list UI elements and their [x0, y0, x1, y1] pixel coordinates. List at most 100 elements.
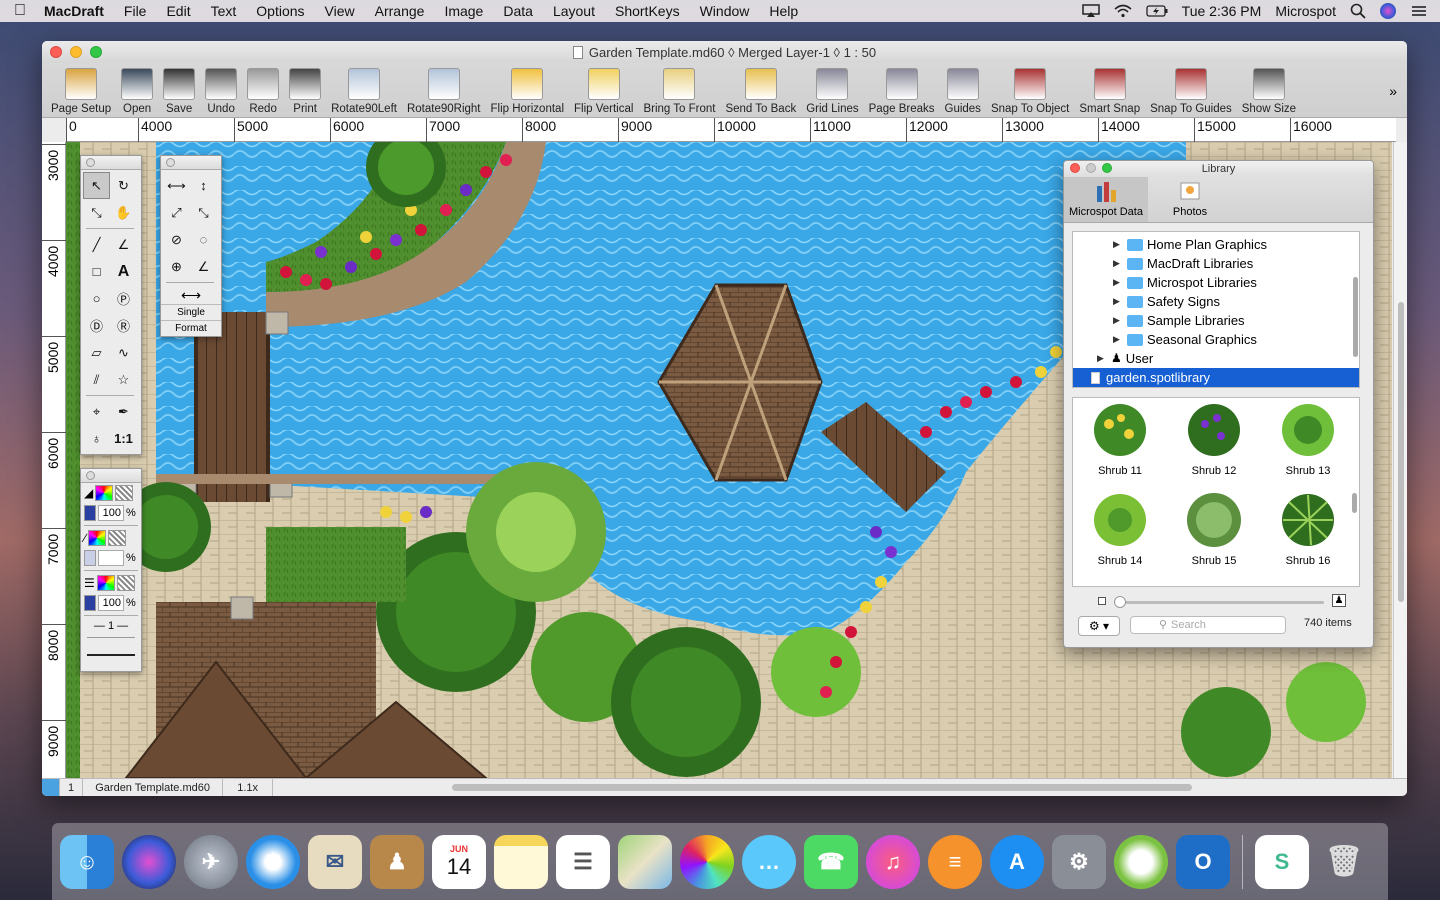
perpendicular-dimension-tool[interactable]: ⤡: [190, 199, 217, 226]
pen-color-swatch[interactable]: [88, 530, 107, 546]
palette-close-icon[interactable]: [166, 158, 175, 167]
notes-icon[interactable]: [494, 834, 548, 889]
menu-options[interactable]: Options: [246, 3, 314, 19]
notification-center-icon[interactable]: [1410, 4, 1428, 18]
snap-to-guides-button[interactable]: Snap To Guides: [1145, 68, 1237, 115]
tree-item-macdraft-libraries[interactable]: ▶ MacDraft Libraries: [1073, 254, 1359, 273]
menubar-user[interactable]: Microspot: [1275, 3, 1336, 19]
dimension-line-style[interactable]: Single: [161, 304, 221, 320]
close-button[interactable]: [50, 46, 62, 58]
vertical-scrollbar[interactable]: [1393, 142, 1407, 778]
pen-line-icon[interactable]: ∕: [84, 531, 86, 545]
menu-edit[interactable]: Edit: [156, 3, 200, 19]
open-button[interactable]: Open: [116, 68, 158, 115]
palette-close-icon[interactable]: [86, 158, 95, 167]
large-thumbnail-icon[interactable]: ♟: [1332, 594, 1346, 607]
library-grid-scrollbar[interactable]: [1352, 493, 1357, 513]
disclosure-arrow-icon[interactable]: ▶: [1113, 235, 1123, 254]
airplay-icon[interactable]: [1081, 4, 1100, 18]
line-dash-selector[interactable]: [87, 654, 135, 668]
vertical-scroll-thumb[interactable]: [1398, 302, 1404, 602]
library-item-shrub-12[interactable]: Shrub 12: [1169, 400, 1259, 477]
library-actions-button[interactable]: ⚙ ▾: [1078, 616, 1120, 636]
pen-pattern-swatch[interactable]: [108, 530, 127, 546]
curve-tool[interactable]: ∿: [110, 339, 137, 366]
rotate90right-button[interactable]: Rotate90Right: [402, 68, 486, 115]
rotate-tool[interactable]: ↻: [110, 172, 137, 199]
zoom-button[interactable]: [90, 46, 102, 58]
text-opacity-field[interactable]: 100: [98, 595, 124, 611]
library-item-shrub-14[interactable]: Shrub 14: [1075, 490, 1165, 567]
fill-color-swatch[interactable]: [95, 485, 114, 501]
parallel-line-tool[interactable]: ⫽: [83, 366, 110, 393]
redo-button[interactable]: Redo: [242, 68, 284, 115]
apple-menu-icon[interactable]: : [0, 2, 40, 20]
menu-help[interactable]: Help: [759, 3, 808, 19]
disclosure-arrow-icon[interactable]: ▶: [1113, 254, 1123, 273]
menu-app-name[interactable]: MacDraft: [40, 3, 114, 19]
toolbar-overflow-button[interactable]: »: [1389, 83, 1403, 115]
polygon-tool[interactable]: Ⓟ: [110, 285, 137, 312]
flip-vertical-button[interactable]: Flip Vertical: [569, 68, 638, 115]
tab-photos[interactable]: Photos: [1148, 177, 1232, 222]
mail-icon[interactable]: ✉: [308, 834, 362, 889]
lightbulb-tool[interactable]: ♁: [83, 425, 110, 452]
diameter-dimension-tool[interactable]: ⊘: [163, 226, 190, 253]
select-arrow-tool[interactable]: ↖: [83, 172, 110, 199]
page-number[interactable]: 1: [60, 778, 84, 796]
palette-close-icon[interactable]: [86, 471, 95, 480]
library-item-shrub-13[interactable]: Shrub 13: [1263, 400, 1353, 477]
disclosure-arrow-icon[interactable]: ▶: [1113, 311, 1123, 330]
layer-indicator-icon[interactable]: [42, 778, 60, 796]
guides-button[interactable]: Guides: [940, 68, 986, 115]
siri-menubar-icon[interactable]: [1380, 3, 1396, 19]
show-size-button[interactable]: Show Size: [1237, 68, 1301, 115]
eyedropper-tool[interactable]: ✒: [110, 398, 137, 425]
library-item-shrub-16[interactable]: Shrub 16: [1263, 490, 1353, 567]
minimize-button[interactable]: [70, 46, 82, 58]
pen-opacity-field[interactable]: [98, 550, 124, 566]
text-tool[interactable]: A: [110, 258, 137, 285]
undo-button[interactable]: Undo: [200, 68, 242, 115]
vertical-dimension-tool[interactable]: ↕: [190, 172, 217, 199]
palette-titlebar[interactable]: [161, 156, 221, 170]
fill-pattern-swatch[interactable]: [115, 485, 134, 501]
reminders-icon[interactable]: ☰: [556, 834, 610, 889]
macdraft-icon[interactable]: [1114, 834, 1168, 889]
outlook-icon[interactable]: O: [1176, 834, 1230, 889]
tree-item-sample-libraries[interactable]: ▶ Sample Libraries: [1073, 311, 1359, 330]
dimension-arrow-style-icon[interactable]: ⟷: [161, 287, 221, 304]
center-dimension-tool[interactable]: ⊕: [163, 253, 190, 280]
rotate90left-button[interactable]: Rotate90Left: [326, 68, 402, 115]
dimension-format-button[interactable]: Format: [161, 320, 221, 336]
disclosure-arrow-icon[interactable]: ▶: [1113, 292, 1123, 311]
safari-icon[interactable]: ✳: [246, 834, 300, 889]
system-preferences-icon[interactable]: ⚙: [1052, 834, 1106, 889]
palette-titlebar[interactable]: [81, 469, 141, 483]
messages-icon[interactable]: …: [742, 834, 796, 889]
hand-tool[interactable]: ✋: [110, 199, 137, 226]
text-color-icon[interactable]: ☰: [84, 576, 95, 590]
window-titlebar[interactable]: Garden Template.md60 ◊ Merged Layer-1 ◊ …: [42, 41, 1407, 63]
menu-image[interactable]: Image: [434, 3, 493, 19]
reshape-tool[interactable]: ⤡: [83, 199, 110, 226]
radius-dimension-tool[interactable]: ◌: [190, 226, 217, 253]
circle-tool[interactable]: ○: [83, 285, 110, 312]
freehand-polygon-tool[interactable]: ▱: [83, 339, 110, 366]
snap-to-object-button[interactable]: Snap To Object: [986, 68, 1074, 115]
slope-dimension-tool[interactable]: ⤢: [163, 199, 190, 226]
library-titlebar[interactable]: Library: [1064, 161, 1373, 177]
horizontal-dimension-tool[interactable]: ⟷: [163, 172, 190, 199]
small-thumbnail-icon[interactable]: [1098, 597, 1106, 605]
line-tool[interactable]: ╱: [83, 231, 110, 258]
fill-bucket-icon[interactable]: ◢: [84, 486, 93, 500]
smart-snap-button[interactable]: Smart Snap: [1074, 68, 1145, 115]
wifi-icon[interactable]: [1114, 4, 1132, 18]
horizontal-ruler[interactable]: 0 4000 5000 6000 7000 8000 9000 10000 11000 12000…: [66, 118, 1396, 142]
palette-titlebar[interactable]: [81, 156, 141, 170]
text-color-swatch[interactable]: [96, 575, 115, 591]
save-button[interactable]: Save: [158, 68, 200, 115]
maps-icon[interactable]: [618, 834, 672, 889]
library-zoom-button[interactable]: [1102, 163, 1112, 173]
menu-view[interactable]: View: [315, 3, 365, 19]
